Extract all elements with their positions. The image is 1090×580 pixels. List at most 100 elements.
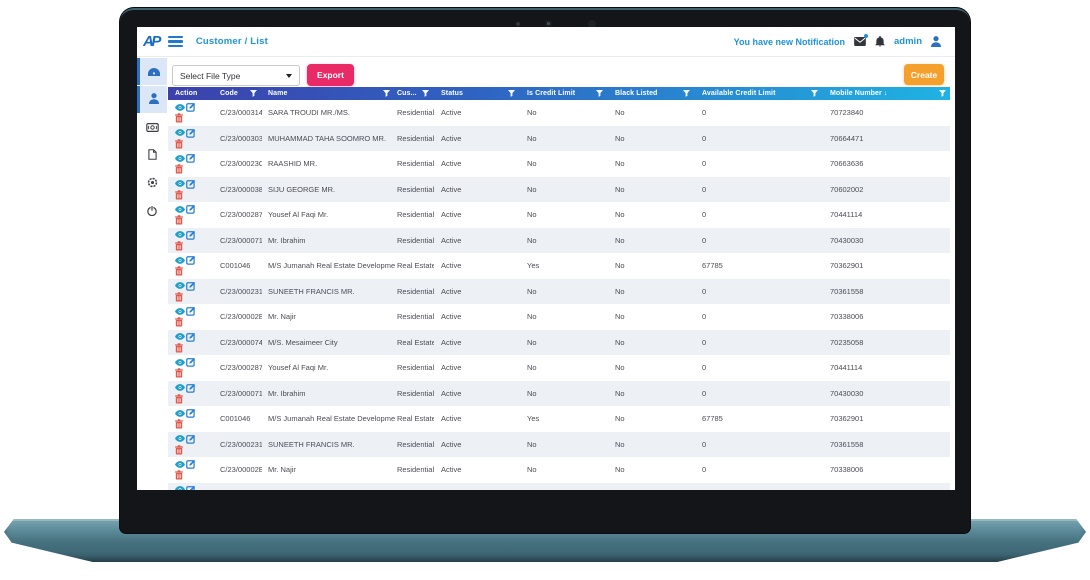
sidebar-item-customers[interactable] [137, 86, 167, 113]
view-icon[interactable] [175, 435, 186, 442]
filter-icon[interactable] [683, 90, 690, 97]
edit-icon[interactable] [186, 383, 197, 393]
create-button[interactable]: Create [904, 64, 944, 85]
app-logo: AP [143, 33, 159, 50]
cell-customer-type: Residential [395, 210, 434, 219]
delete-icon[interactable] [175, 343, 186, 353]
cell-customer-type: Residential [395, 236, 434, 245]
column-header-cus[interactable]: Cus... [395, 87, 434, 100]
sidebar-item-dashboard[interactable] [137, 58, 167, 85]
edit-icon[interactable] [186, 357, 197, 367]
view-icon[interactable] [175, 155, 186, 162]
edit-icon[interactable] [186, 434, 197, 444]
file-type-select[interactable]: Select File Type [172, 65, 300, 86]
cell-status: Active [434, 312, 520, 321]
filter-icon[interactable] [250, 90, 257, 97]
delete-icon[interactable] [175, 190, 186, 200]
edit-icon[interactable] [186, 204, 197, 214]
customer-table: ActionCodeNameCus...StatusIs Credit Limi… [168, 87, 950, 490]
edit-icon[interactable] [186, 179, 197, 189]
column-header-status[interactable]: Status [434, 87, 520, 100]
view-icon[interactable] [175, 410, 186, 417]
edit-icon[interactable] [186, 230, 197, 240]
username[interactable]: admin [894, 36, 922, 47]
filter-icon[interactable] [596, 90, 603, 97]
view-icon[interactable] [175, 308, 186, 315]
mail-icon[interactable] [854, 37, 866, 46]
filter-icon[interactable] [422, 90, 429, 97]
delete-icon[interactable] [175, 113, 186, 123]
delete-icon[interactable] [175, 317, 186, 327]
cell-mobile-number: 70362901 [823, 414, 950, 423]
sidebar-item-payments[interactable] [137, 114, 167, 141]
cell-status: Active [434, 261, 520, 270]
cell-code: C/23/000071 [218, 236, 262, 245]
delete-icon[interactable] [175, 445, 186, 455]
filter-icon[interactable] [811, 90, 818, 97]
view-icon[interactable] [175, 282, 186, 289]
edit-icon[interactable] [186, 332, 197, 342]
sidebar-item-power[interactable] [137, 198, 167, 225]
cell-customer-type: Residential [395, 440, 434, 449]
cell-available-credit-limit: 0 [695, 363, 823, 372]
user-avatar-icon[interactable] [931, 36, 941, 47]
cell-customer-type: Residential [395, 465, 434, 474]
edit-icon[interactable] [186, 128, 197, 138]
column-header-black-listed[interactable]: Black Listed [608, 87, 695, 100]
view-icon[interactable] [175, 104, 186, 111]
delete-icon[interactable] [175, 470, 186, 480]
column-header-code[interactable]: Code [218, 87, 262, 100]
table-row: C/23/00002EMr. NajirResidentialActiveNoN… [168, 304, 950, 330]
column-header-mobile-number[interactable]: Mobile Number↓ [823, 87, 950, 100]
view-icon[interactable] [175, 206, 186, 213]
column-header-action[interactable]: Action [168, 87, 218, 100]
edit-icon[interactable] [186, 408, 197, 418]
cell-black-listed: No [608, 312, 695, 321]
delete-icon[interactable] [175, 292, 186, 302]
view-icon[interactable] [175, 129, 186, 136]
cell-black-listed: No [608, 440, 695, 449]
edit-icon[interactable] [186, 485, 197, 490]
view-icon[interactable] [175, 486, 186, 490]
delete-icon[interactable] [175, 419, 186, 429]
sidebar-item-settings[interactable] [137, 170, 167, 197]
delete-icon[interactable] [175, 368, 186, 378]
cell-code: C001046 [218, 414, 262, 423]
view-icon[interactable] [175, 257, 186, 264]
edit-icon[interactable] [186, 153, 197, 163]
column-header-available-credit-limit[interactable]: Available Credit Limit [695, 87, 823, 100]
cell-available-credit-limit: 0 [695, 338, 823, 347]
filter-icon[interactable] [383, 90, 390, 97]
delete-icon[interactable] [175, 215, 186, 225]
cell-black-listed: No [608, 363, 695, 372]
delete-icon[interactable] [175, 164, 186, 174]
view-icon[interactable] [175, 231, 186, 238]
delete-icon[interactable] [175, 139, 186, 149]
view-icon[interactable] [175, 461, 186, 468]
edit-icon[interactable] [186, 255, 197, 265]
bell-icon[interactable] [875, 36, 885, 47]
delete-icon[interactable] [175, 266, 186, 276]
sidebar-item-documents[interactable] [137, 142, 167, 169]
delete-icon[interactable] [175, 394, 186, 404]
edit-icon[interactable] [186, 306, 197, 316]
view-icon[interactable] [175, 180, 186, 187]
edit-icon[interactable] [186, 459, 197, 469]
column-header-name[interactable]: Name [262, 87, 395, 100]
view-icon[interactable] [175, 359, 186, 366]
cell-black-listed: No [608, 465, 695, 474]
filter-icon[interactable] [939, 90, 946, 97]
export-button[interactable]: Export [307, 64, 354, 86]
view-icon[interactable] [175, 333, 186, 340]
sort-desc-icon[interactable]: ↓ [884, 90, 888, 97]
delete-icon[interactable] [175, 241, 186, 251]
column-header-is-credit-limit[interactable]: Is Credit Limit [520, 87, 608, 100]
view-icon[interactable] [175, 384, 186, 391]
cell-customer-type: Real Estate [395, 338, 434, 347]
cell-mobile-number: 70723840 [823, 108, 950, 117]
filter-icon[interactable] [508, 90, 515, 97]
edit-icon[interactable] [186, 102, 197, 112]
hamburger-menu-icon[interactable] [168, 36, 183, 47]
edit-icon[interactable] [186, 281, 197, 291]
cell-code: C/23/000038 [218, 185, 262, 194]
